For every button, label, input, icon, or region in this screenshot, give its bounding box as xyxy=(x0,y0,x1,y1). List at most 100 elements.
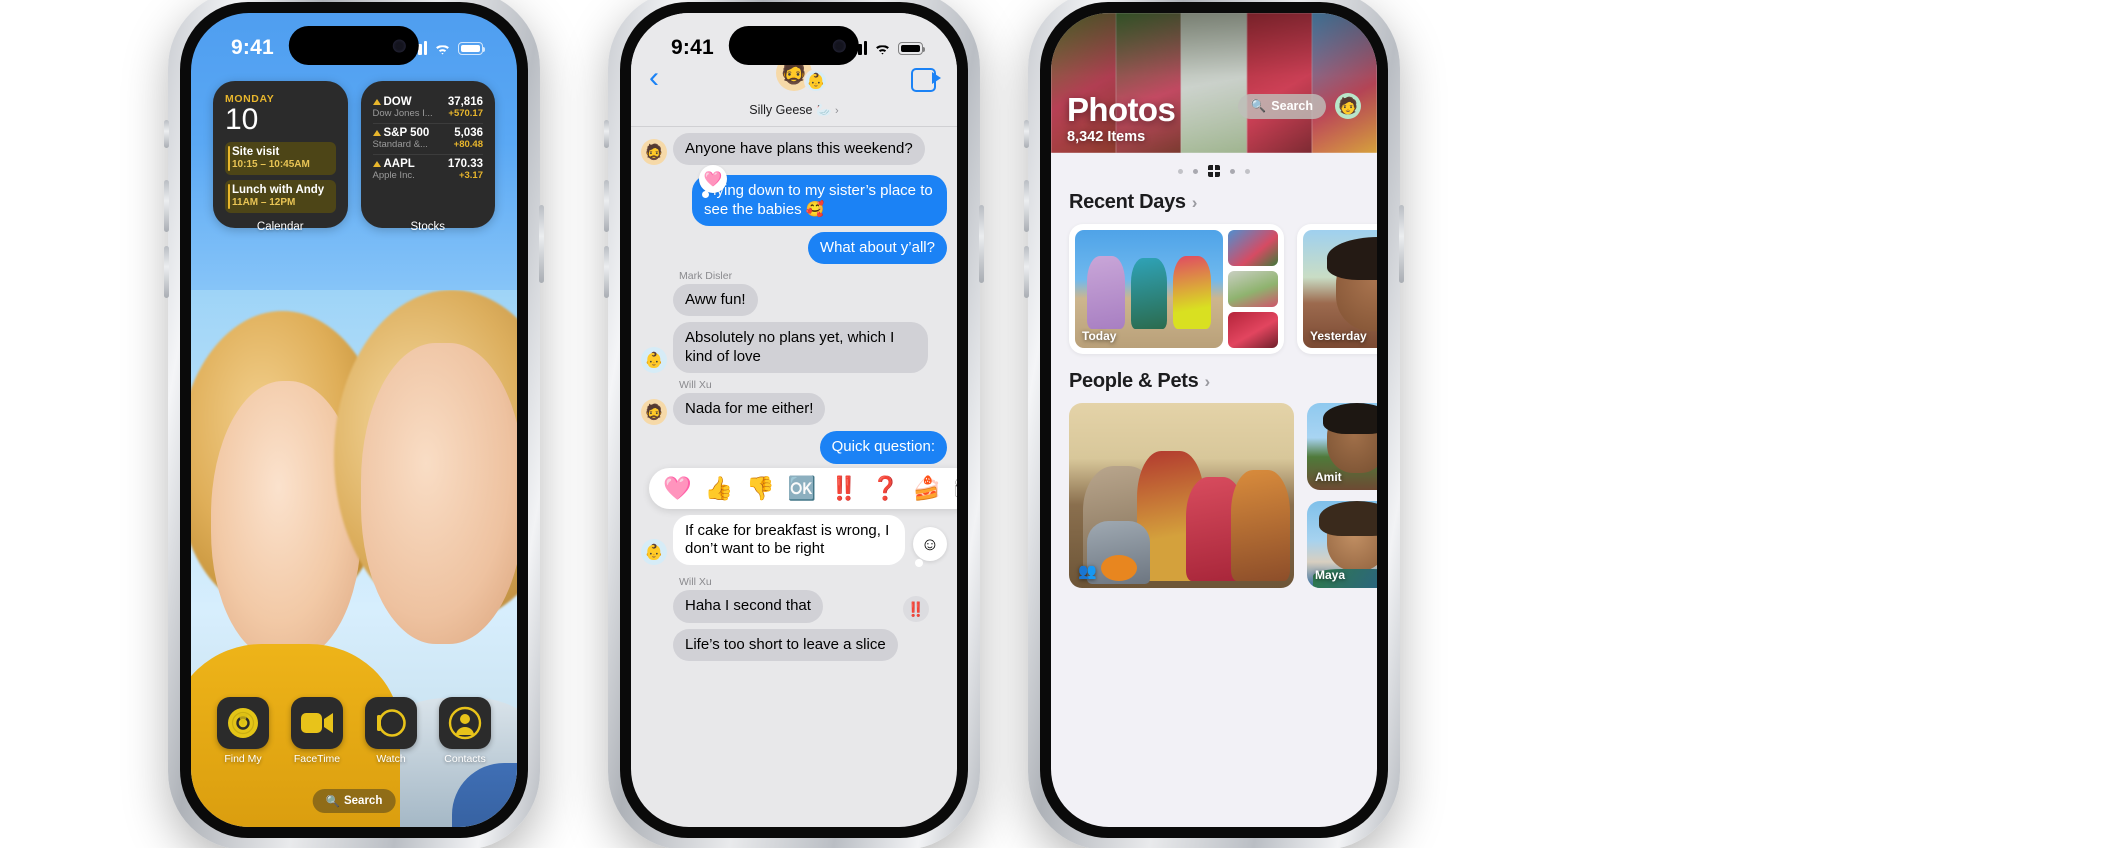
search-button[interactable]: 🔍 Search xyxy=(1237,93,1326,119)
stock-change: +3.17 xyxy=(458,170,483,181)
arrow-up-icon xyxy=(372,130,381,136)
message-bubble[interactable]: Flying down to my sister’s place to see … xyxy=(692,175,947,226)
page-dot[interactable] xyxy=(1245,168,1250,174)
stocks-widget[interactable]: DOW 37,816 Dow Jones I... +570.17 S&P 50… xyxy=(360,81,495,228)
dynamic-island xyxy=(288,26,420,65)
message-sender: Mark Disler xyxy=(679,270,733,283)
calendar-event[interactable]: Lunch with Andy 11AM – 12PM xyxy=(225,179,336,213)
avatar: 👶 xyxy=(804,69,828,93)
volume-down-button[interactable] xyxy=(164,246,169,298)
message-bubble[interactable]: Anyone have plans this weekend? xyxy=(673,133,925,166)
photo-thumbnail[interactable]: Today xyxy=(1075,230,1223,348)
message-bubble[interactable]: Nada for me either! xyxy=(673,393,826,426)
search-icon: 🔍 xyxy=(1250,98,1267,113)
mute-switch[interactable] xyxy=(1024,120,1029,148)
message-sender: Will Xu xyxy=(679,576,712,589)
photo-thumbnail[interactable]: Yesterday xyxy=(1303,230,1377,348)
person-card[interactable]: Amit xyxy=(1307,403,1377,490)
video-camera-icon[interactable] xyxy=(911,68,941,92)
stock-symbol: S&P 500 xyxy=(383,127,430,139)
app-facetime[interactable]: FaceTime xyxy=(290,697,344,765)
photo-thumbnail[interactable] xyxy=(1228,312,1278,348)
reaction-haha-icon[interactable]: 🆗 xyxy=(788,475,817,502)
stock-row[interactable]: DOW 37,816 Dow Jones I... +570.17 xyxy=(372,93,483,124)
reaction-heart-icon[interactable]: 🩷 xyxy=(663,475,692,502)
stock-row[interactable]: AAPL 170.33 Apple Inc. +3.17 xyxy=(372,155,483,185)
account-avatar[interactable]: 🧑 xyxy=(1335,93,1361,119)
mute-switch[interactable] xyxy=(164,120,169,148)
person-name: Maya xyxy=(1315,568,1346,582)
message-list[interactable]: 🧔 Anyone have plans this weekend? 🩷 Flyi… xyxy=(631,127,957,827)
power-button[interactable] xyxy=(979,205,984,283)
message-bubble[interactable]: Quick question: xyxy=(819,431,947,464)
mute-switch[interactable] xyxy=(604,120,609,148)
reaction-thumbs-up-icon[interactable]: 👍 xyxy=(705,475,734,502)
grid-view-indicator[interactable] xyxy=(1208,165,1220,177)
message-bubble[interactable]: What about y’all? xyxy=(807,231,947,265)
person-card[interactable]: Maya xyxy=(1307,501,1377,588)
home-screen-content: 9:41 MONDAY 10 Site visit 10:15 – 10:45A… xyxy=(191,13,517,827)
volume-up-button[interactable] xyxy=(604,180,609,232)
page-dot[interactable] xyxy=(1230,168,1235,174)
page-dot[interactable] xyxy=(1178,168,1183,174)
facetime-icon xyxy=(291,697,343,749)
recent-day-card[interactable]: Today xyxy=(1069,224,1284,354)
stock-company: Standard &... xyxy=(372,139,428,150)
recent-days-row[interactable]: Today Yesterday xyxy=(1051,224,1377,354)
page-indicator[interactable] xyxy=(1051,153,1377,183)
calendar-event-title: Lunch with Andy xyxy=(232,183,325,196)
volume-down-button[interactable] xyxy=(604,246,609,298)
search-pill[interactable]: 🔍 Search xyxy=(312,789,396,813)
app-label: Contacts xyxy=(444,753,486,765)
app-watch[interactable]: Watch xyxy=(364,697,418,765)
section-header-people-pets[interactable]: People & Pets › xyxy=(1051,354,1377,403)
people-group-icon: 👥 xyxy=(1078,563,1097,580)
reaction-exclamation-icon[interactable]: ‼️ xyxy=(830,475,859,502)
smiley-plus-icon[interactable]: ☺ xyxy=(913,527,947,568)
recent-day-card[interactable]: Yesterday xyxy=(1297,224,1377,354)
volume-down-button[interactable] xyxy=(1024,246,1029,298)
volume-up-button[interactable] xyxy=(164,180,169,232)
message-bubble[interactable]: Absolutely no plans yet, which I kind of… xyxy=(673,322,928,374)
message-bubble[interactable]: Life’s too short to leave a slice xyxy=(673,628,898,661)
volume-up-button[interactable] xyxy=(1024,180,1029,232)
chevron-right-icon: › xyxy=(835,105,839,117)
stock-price: 5,036 xyxy=(454,127,483,139)
people-pets-row[interactable]: 👥 Amit Maya xyxy=(1051,403,1377,588)
stock-symbol: DOW xyxy=(383,96,412,108)
search-icon: 🔍 xyxy=(325,796,340,808)
phone-bezel: 9:41 MONDAY 10 Site visit 10:15 – 10:45A… xyxy=(180,2,528,838)
photo-thumbnail[interactable] xyxy=(1228,230,1278,266)
stock-price: 170.33 xyxy=(447,158,483,170)
reaction-question-icon[interactable]: ❓ xyxy=(871,475,900,502)
message-bubble[interactable]: Aww fun! xyxy=(673,284,758,317)
people-group-photo[interactable]: 👥 xyxy=(1069,403,1294,588)
reaction-cake-icon[interactable]: 🍰 xyxy=(913,475,942,502)
conversation-title[interactable]: Silly Geese 🦢 › xyxy=(647,103,941,118)
reaction-thumbs-down-icon[interactable]: 👎 xyxy=(746,475,775,502)
calendar-widget[interactable]: MONDAY 10 Site visit 10:15 – 10:45AM Lun… xyxy=(213,81,348,228)
message-bubble[interactable]: If cake for breakfast is wrong, I don’t … xyxy=(673,514,905,566)
power-button[interactable] xyxy=(1399,205,1404,283)
emoji-tapback-picker[interactable]: 🩷 👍 👎 🆗 ‼️ ❓ 🍰 🕯 xyxy=(649,467,957,509)
exclamation-tapback-icon[interactable]: ‼️ xyxy=(903,596,929,623)
reaction-candle-icon[interactable]: 🕯 xyxy=(954,475,957,502)
message-bubble[interactable]: Haha I second that xyxy=(673,590,823,623)
stock-row[interactable]: S&P 500 5,036 Standard &... +80.48 xyxy=(372,124,483,155)
page-dot[interactable] xyxy=(1193,168,1198,174)
avatar: 🧔 xyxy=(641,399,667,426)
message-row: Quick question: xyxy=(641,431,947,464)
messages-app: 9:41 ‹ 🧔 👶 Silly Geese 🦢 › 🧔 Anyone have… xyxy=(631,13,957,827)
message-row: 👶 If cake for breakfast is wrong, I don’… xyxy=(641,514,947,572)
calendar-event[interactable]: Site visit 10:15 – 10:45AM xyxy=(225,141,336,175)
app-contacts[interactable]: Contacts xyxy=(438,697,492,765)
screenshot-stage: 9:41 MONDAY 10 Site visit 10:15 – 10:45A… xyxy=(0,0,2120,848)
phone-messages: 9:41 ‹ 🧔 👶 Silly Geese 🦢 › 🧔 Anyone have… xyxy=(604,0,984,848)
section-header-recent-days[interactable]: Recent Days › xyxy=(1051,183,1377,224)
card-caption: Today xyxy=(1082,329,1117,343)
calendar-event-time: 11AM – 12PM xyxy=(232,196,296,208)
photo-thumbnail[interactable] xyxy=(1228,271,1278,307)
search-label: Search xyxy=(1271,99,1313,113)
app-find-my[interactable]: Find My xyxy=(216,697,270,765)
power-button[interactable] xyxy=(539,205,544,283)
